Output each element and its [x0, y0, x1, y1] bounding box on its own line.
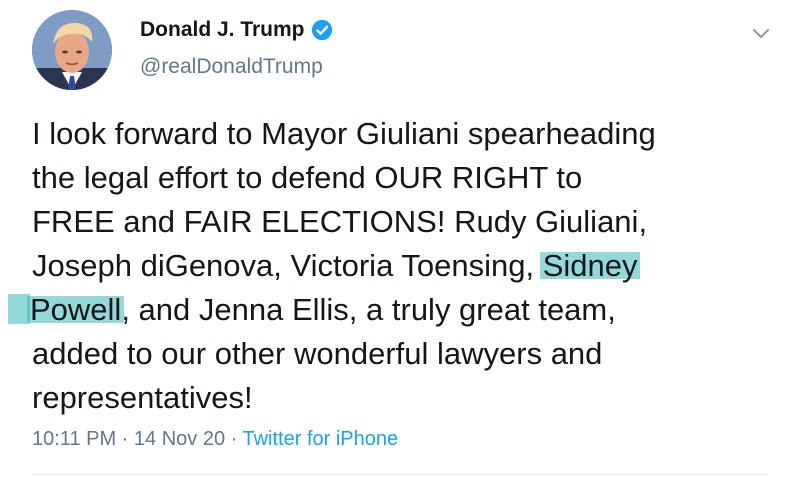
tweet-line: added to our other wonderful lawyers and: [32, 336, 603, 371]
meta-separator: ·: [225, 428, 243, 450]
tweet-line: FREE and FAIR ELECTIONS! Rudy Giuliani,: [32, 204, 648, 239]
divider: [32, 474, 768, 475]
tweet-line: the legal effort to defend OUR RIGHT to: [32, 160, 583, 195]
highlighted-name: Sidney: [539, 248, 641, 283]
tweet-card: Donald J. Trump @realDonaldTrump I look …: [0, 0, 800, 479]
tweet-line: Powell, and Jenna Ellis, a truly great t…: [8, 288, 772, 332]
author-name-text: Donald J. Trump: [140, 18, 305, 41]
tweet-meta: 10:11 PM · 14 Nov 20 · Twitter for iPhon…: [32, 428, 398, 451]
chevron-down-icon[interactable]: [752, 26, 770, 40]
highlighted-name: Powell: [27, 292, 125, 327]
verified-badge-icon: [311, 19, 332, 41]
meta-separator: ·: [116, 428, 134, 450]
tweet-source-link[interactable]: Twitter for iPhone: [243, 428, 399, 450]
tweet-line: Joseph diGenova, Victoria Toensing, Sidn…: [32, 244, 772, 288]
author-name[interactable]: Donald J. Trump: [140, 18, 333, 42]
tweet-text: I look forward to Mayor Giuliani spearhe…: [8, 112, 772, 420]
tweet-line: representatives!: [32, 380, 253, 415]
tweet-text-segment: Joseph diGenova, Victoria Toensing,: [32, 248, 543, 283]
profile-photo-icon: [32, 10, 112, 90]
tweet-line: I look forward to Mayor Giuliani spearhe…: [32, 116, 656, 151]
tweet-time[interactable]: 10:11 PM: [32, 428, 116, 450]
tweet-date[interactable]: 14 Nov 20: [134, 428, 225, 450]
author-handle[interactable]: @realDonaldTrump: [140, 55, 323, 79]
tweet-text-segment: , and Jenna Ellis, a truly great team,: [121, 292, 616, 327]
avatar[interactable]: [32, 10, 112, 90]
